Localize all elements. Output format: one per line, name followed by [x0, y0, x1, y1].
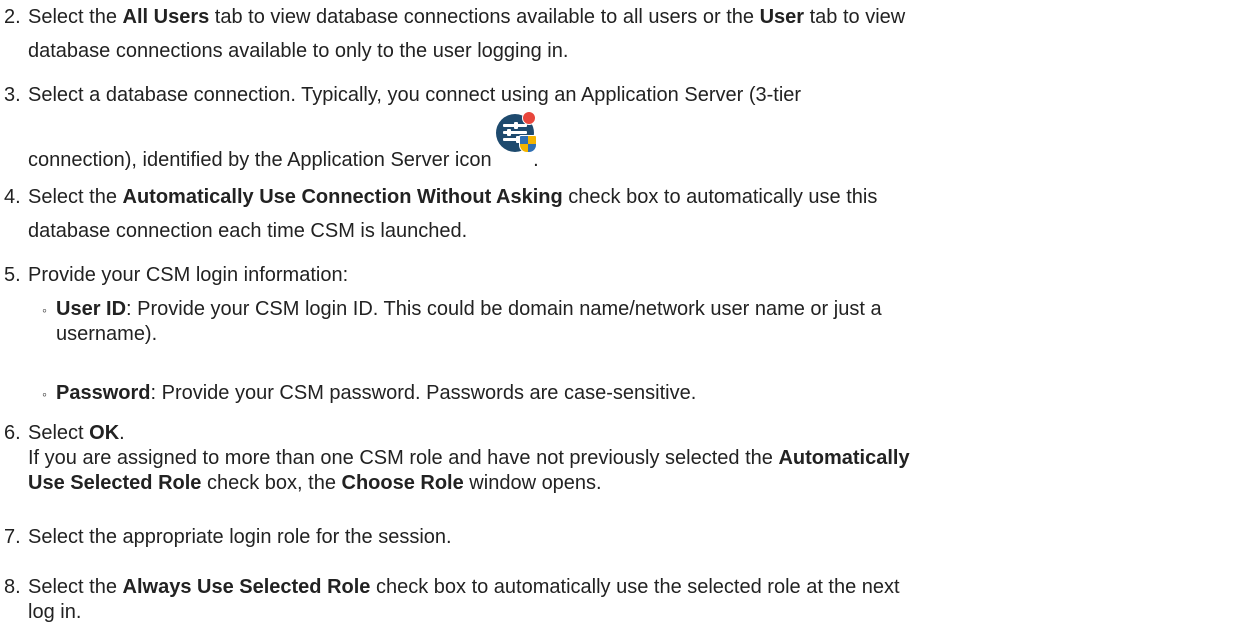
step-text: Select the appropriate login role for th…: [28, 526, 452, 548]
step-number: 7.: [4, 526, 21, 548]
ui-term: Use Selected Role: [28, 472, 202, 494]
ui-term: User: [759, 6, 805, 28]
sub-bullet-line: ◦ User ID: Provide your CSM login ID. Thi…: [42, 297, 882, 322]
step-number: 6.: [4, 422, 21, 444]
step-line: If you are assigned to more than one CSM…: [28, 446, 910, 470]
application-server-icon: [496, 111, 538, 153]
ui-term: Automatically: [778, 447, 910, 469]
step-number: 2.: [4, 6, 21, 28]
step-text: Select the: [28, 186, 123, 208]
step-text: Select the: [28, 576, 123, 598]
ui-term: All Users: [122, 6, 210, 28]
step-text: database connections available to only t…: [28, 40, 569, 62]
step-line: Select the appropriate login role for th…: [28, 525, 452, 549]
step-line: database connection each time CSM is lau…: [28, 219, 467, 243]
step-text: : Provide your CSM password. Passwords a…: [150, 382, 697, 404]
step-line: Select OK.: [28, 421, 125, 445]
step-text: If you are assigned to more than one CSM…: [28, 447, 779, 469]
ui-term: User ID: [56, 298, 127, 320]
step-text: check box, the: [201, 472, 342, 494]
step-number: 8.: [4, 576, 21, 598]
step-text: log in.: [28, 601, 82, 623]
ui-term: OK: [89, 422, 120, 444]
ui-term: Choose Role: [341, 472, 464, 494]
step-line: log in.: [28, 600, 81, 624]
step-line: connection), identified by the Applicati…: [28, 111, 539, 172]
step-text: tab to view database connections availab…: [209, 6, 760, 28]
sub-bullet-line: username).: [56, 322, 157, 346]
step-text: Select the: [28, 6, 123, 28]
step-number: 4.: [4, 186, 21, 208]
step-line: Use Selected Role check box, the Choose …: [28, 471, 602, 495]
step-text: .: [119, 422, 125, 444]
step-text: database connection each time CSM is lau…: [28, 220, 468, 242]
step-text: username).: [56, 323, 158, 345]
step-line: Select the Automatically Use Connection …: [28, 185, 877, 209]
step-line: Select the All Users tab to view databas…: [28, 5, 905, 29]
step-text: check box to automatically use the selec…: [370, 576, 900, 598]
bullet-glyph: ◦: [42, 386, 47, 402]
step-text: Provide your CSM login information:: [28, 264, 349, 286]
step-text: connection), identified by the Applicati…: [28, 149, 498, 171]
step-text: tab to view: [804, 6, 906, 28]
step-line: Select the Always Use Selected Role chec…: [28, 575, 900, 599]
step-number: 3.: [4, 84, 21, 106]
step-number: 5.: [4, 264, 21, 286]
ui-term: Always Use Selected Role: [122, 576, 371, 598]
ui-term: Password: [56, 382, 151, 404]
step-text: : Provide your CSM login ID. This could …: [126, 298, 882, 320]
sub-bullet-line: ◦ Password: Provide your CSM password. Pa…: [42, 381, 696, 406]
step-line: Provide your CSM login information:: [28, 263, 348, 287]
step-line: database connections available to only t…: [28, 39, 568, 63]
step-text: Select: [28, 422, 90, 444]
step-text: .: [533, 149, 539, 171]
ui-term: Automatically Use Connection Without Ask…: [122, 186, 563, 208]
bullet-glyph: ◦: [42, 302, 47, 318]
step-text: check box to automatically use this: [562, 186, 878, 208]
step-text: Select a database connection. Typically,…: [28, 84, 802, 106]
step-text: window opens.: [463, 472, 602, 494]
step-line: Select a database connection. Typically,…: [28, 83, 801, 107]
